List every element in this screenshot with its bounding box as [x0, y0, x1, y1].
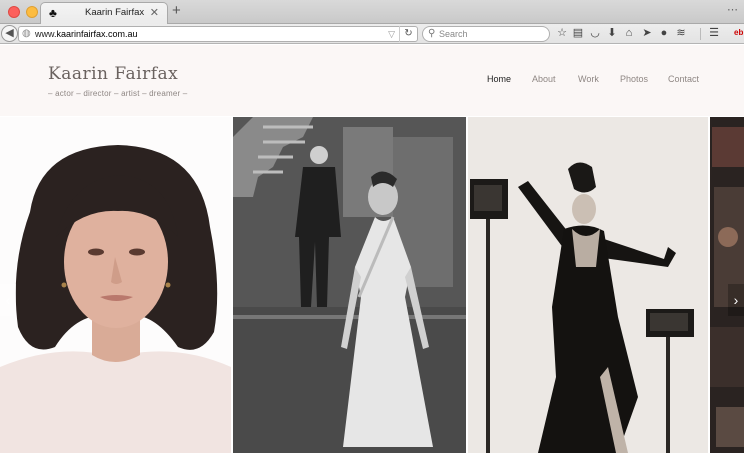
- bookmark-star-icon[interactable]: ☆: [555, 26, 569, 40]
- address-bar[interactable]: ◍ www.kaarinfairfax.com.au ▽ ↻: [18, 26, 418, 42]
- home-icon[interactable]: ⌂: [622, 26, 636, 40]
- minimize-window-button[interactable]: [26, 6, 38, 18]
- site-tagline: – actor – director – artist – dreamer –: [48, 89, 188, 98]
- site-header: Kaarin Fairfax – actor – director – arti…: [0, 45, 744, 116]
- nav-contact[interactable]: Contact: [668, 74, 699, 84]
- stage-image: [233, 117, 466, 453]
- globe-icon: ◍: [22, 28, 31, 39]
- gallery-photo-stage[interactable]: [233, 117, 466, 453]
- tab-close-icon[interactable]: ✕: [150, 6, 159, 20]
- nav-work[interactable]: Work: [578, 74, 599, 84]
- reload-icon[interactable]: ↻: [399, 26, 417, 42]
- gallery-photo-portrait[interactable]: ‹: [0, 117, 231, 453]
- dancer-image: [468, 117, 708, 453]
- browser-toolbar: ◀ ◍ www.kaarinfairfax.com.au ▽ ↻ ⚲ ☆ ▤ ◡…: [0, 24, 744, 44]
- history-dropdown-icon[interactable]: ▽: [388, 28, 395, 40]
- tab-title: Kaarin Fairfax: [85, 7, 145, 18]
- nav-photos[interactable]: Photos: [620, 74, 648, 84]
- chat-icon[interactable]: ●: [657, 26, 671, 40]
- gallery-photo-dancer[interactable]: [468, 117, 708, 453]
- close-window-button[interactable]: [8, 6, 20, 18]
- chevron-left-icon: ‹: [5, 292, 11, 308]
- tab-list-icon[interactable]: ⋯: [727, 3, 738, 16]
- slider-prev-button[interactable]: ‹: [0, 284, 16, 316]
- back-button[interactable]: ◀: [1, 25, 18, 42]
- gallery-photo-collage[interactable]: ›: [710, 117, 744, 453]
- chevron-right-icon: ›: [733, 292, 739, 308]
- new-tab-button[interactable]: +: [172, 3, 181, 19]
- nav-about[interactable]: About: [532, 74, 556, 84]
- url-domain: kaarinfairfax.com.au: [56, 29, 138, 39]
- url-prefix: www.: [35, 29, 57, 39]
- download-icon[interactable]: ⬇: [605, 26, 619, 40]
- url-text[interactable]: www.kaarinfairfax.com.au: [35, 29, 138, 40]
- club-icon: ♣: [49, 6, 57, 20]
- layers-icon[interactable]: ≋: [674, 26, 688, 40]
- slider-next-button[interactable]: ›: [728, 284, 744, 316]
- nav-home[interactable]: Home: [487, 74, 511, 84]
- send-icon[interactable]: ➤: [640, 26, 654, 40]
- pocket-icon[interactable]: ◡: [588, 26, 602, 40]
- search-icon: ⚲: [428, 28, 436, 39]
- browser-tab-bar: ♣ Kaarin Fairfax ✕ + ⋯: [0, 0, 744, 24]
- search-box[interactable]: ⚲: [422, 26, 550, 42]
- toolbar-divider: [700, 28, 701, 40]
- ebay-extension-icon[interactable]: eb: [734, 28, 743, 37]
- reading-list-icon[interactable]: ▤: [571, 26, 585, 40]
- back-arrow-icon: ◀: [5, 27, 14, 39]
- portrait-image: [0, 117, 231, 453]
- menu-icon[interactable]: ☰: [707, 26, 721, 40]
- search-input[interactable]: [439, 28, 543, 40]
- browser-tab[interactable]: ♣ Kaarin Fairfax ✕: [40, 2, 168, 24]
- photo-gallery: ‹ ›: [0, 117, 744, 453]
- site-title[interactable]: Kaarin Fairfax: [48, 64, 178, 84]
